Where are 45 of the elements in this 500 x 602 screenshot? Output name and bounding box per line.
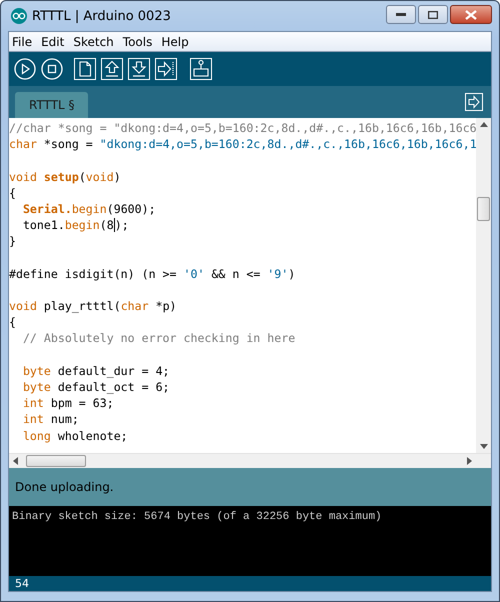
scroll-up-arrow-icon[interactable] [480, 122, 488, 127]
scroll-right-arrow-icon[interactable] [467, 457, 472, 465]
code-line: tone1.begin(8); [22, 217, 130, 234]
code-line: char *song = "dkong:d=4,o=5,b=160:2c,8d.,d#.,c.,16b,16c6,16b,16c6,1 [9, 136, 476, 152]
code-line: #define isdigit(n) (n >= '0' && n <= '9') [9, 266, 296, 282]
scrollbar-thumb[interactable] [26, 455, 86, 467]
menu-item[interactable]: Help [161, 34, 189, 48]
line-number: 54 [15, 577, 29, 590]
maximize-icon [428, 10, 438, 18]
stop-icon[interactable] [41, 58, 63, 80]
scrollbar-thumb[interactable] [477, 197, 490, 221]
close-button[interactable] [450, 5, 492, 24]
scroll-left-arrow-icon[interactable] [13, 457, 18, 465]
code-line: int num; [22, 411, 80, 428]
play-icon[interactable] [14, 58, 36, 80]
app-logo-icon [11, 8, 27, 24]
menu-item[interactable]: Tools [122, 34, 152, 48]
code-line: void play_rtttl(char *p) [9, 298, 178, 314]
window-title: RTTTL | Arduino 0023 [32, 8, 171, 24]
menu-item[interactable]: File [12, 34, 32, 48]
code-line: long wholenote; [22, 428, 129, 444]
serial-monitor-icon[interactable] [190, 58, 212, 80]
code-line: int bpm = 63; [22, 395, 115, 412]
horizontal-scrollbar[interactable] [9, 453, 491, 468]
code-line: void setup(void) [9, 168, 122, 185]
minimize-icon [396, 13, 406, 16]
code-line: byte default_dur = 4; [22, 362, 171, 379]
menu-item[interactable]: Edit [41, 34, 64, 48]
code-line: { [9, 184, 17, 201]
console-output: Binary sketch size: 5674 bytes (of a 32256 byte maximum) [12, 511, 383, 523]
code-line: byte default_oct = 6; [22, 379, 171, 396]
code-line: //char *song = "dkong:d=4,o=5,b=160:2c,8d.,d#.,c.,16b,16c6,16b,16c6 [9, 120, 476, 136]
status-message: Done uploading. [15, 480, 114, 494]
scroll-down-arrow-icon[interactable] [480, 444, 488, 449]
code-line: Serial.begin(9600); [22, 200, 157, 218]
vertical-scrollbar[interactable] [476, 118, 491, 453]
maximize-button[interactable] [418, 5, 448, 24]
code-line: { [9, 314, 17, 330]
new-file-icon[interactable] [74, 58, 96, 80]
editor-tab[interactable]: RTTTL § [15, 92, 88, 118]
minimize-button[interactable] [386, 5, 416, 24]
menu-item[interactable]: Sketch [73, 34, 114, 48]
close-icon [465, 10, 477, 20]
code-line: // Absolutely no error checking in here [22, 330, 296, 347]
code-line: } [9, 233, 17, 250]
